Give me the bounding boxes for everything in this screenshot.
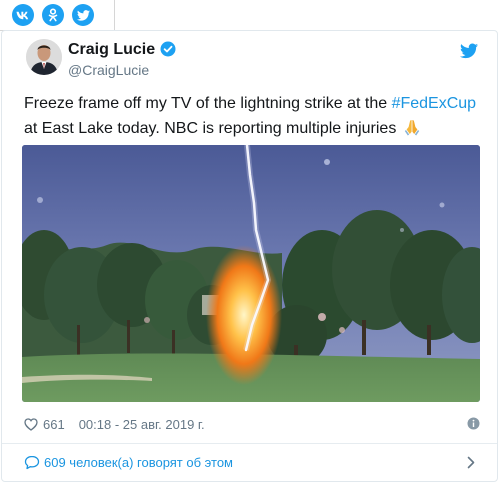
chevron-right-icon	[467, 456, 475, 469]
author-name[interactable]: Craig Lucie	[68, 41, 155, 59]
folded-hands-emoji-icon	[404, 120, 419, 136]
discussion-label: 609 человек(а) говорят об этом	[44, 455, 233, 470]
author-handle[interactable]: @CraigLucie	[68, 62, 149, 78]
twitter-icon[interactable]	[72, 4, 94, 26]
discussion-link[interactable]: 609 человек(а) говорят об этом	[2, 444, 497, 481]
share-bar	[0, 0, 115, 31]
tweet-timestamp[interactable]: 00:18 - 25 авг. 2019 г.	[79, 417, 205, 432]
odnoklassniki-icon[interactable]	[42, 4, 64, 26]
tweet-author: Craig Lucie @CraigLucie	[2, 31, 497, 83]
avatar[interactable]	[26, 39, 62, 75]
verified-badge-icon	[160, 41, 176, 57]
heart-icon[interactable]	[24, 417, 38, 431]
tweet-text: Freeze frame off my TV of the lightning …	[24, 91, 484, 141]
chat-bubble-icon	[24, 455, 40, 470]
tweet-card: Craig Lucie @CraigLucie Freeze frame off…	[1, 30, 498, 482]
lightning-photo	[22, 145, 480, 402]
tweet-photo[interactable]	[22, 145, 480, 402]
tweet-meta: 661 00:18 - 25 авг. 2019 г.	[24, 415, 484, 433]
twitter-bird-icon[interactable]	[460, 43, 478, 59]
tweet-text-part2: at East Lake today. NBC is reporting mul…	[24, 120, 397, 137]
tweet-text-part1: Freeze frame off my TV of the lightning …	[24, 95, 392, 112]
hashtag-link[interactable]: #FedExCup	[392, 95, 477, 112]
info-icon[interactable]	[467, 417, 480, 430]
vk-icon[interactable]	[12, 4, 34, 26]
like-count: 661	[43, 416, 65, 432]
